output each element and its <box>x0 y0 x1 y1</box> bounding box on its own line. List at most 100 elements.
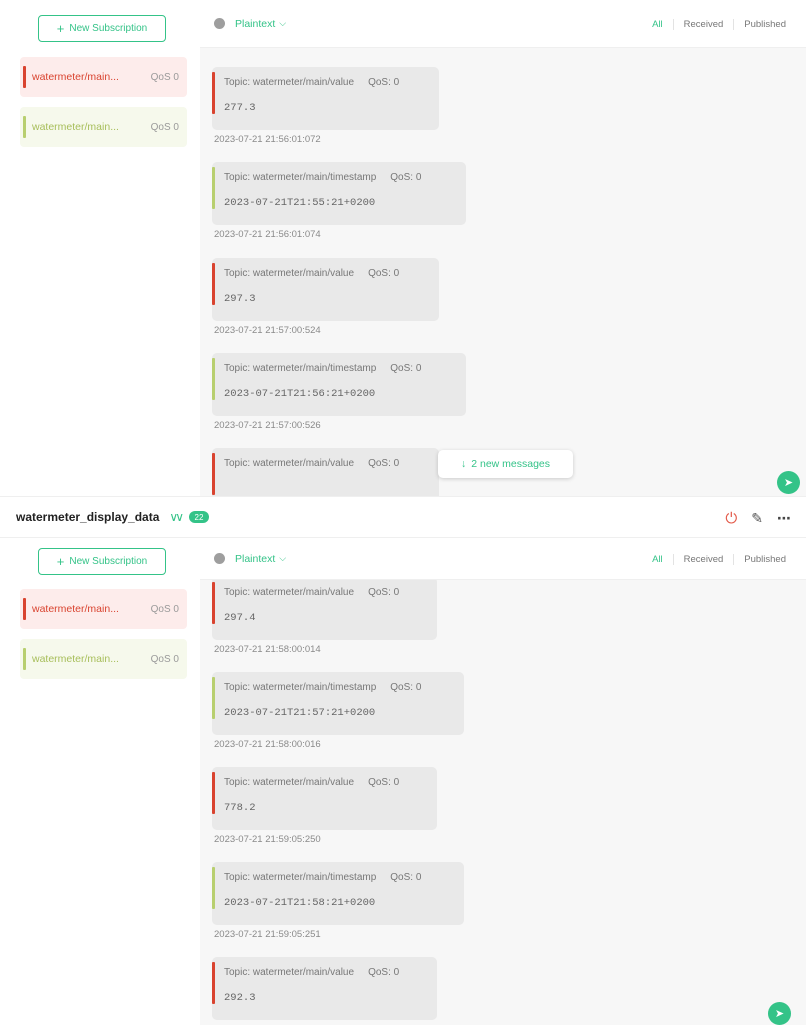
message-qos: QoS: 0 <box>390 682 422 693</box>
message-color-bar <box>212 677 215 719</box>
message-bubble: Topic: watermeter/main/timestamp QoS: 0 2… <box>212 162 466 225</box>
filter-tab-received[interactable]: Received <box>672 18 734 30</box>
message-panel-top: + New Subscription watermeter/main... Qo… <box>0 0 806 496</box>
more-options-icon[interactable]: ⋯ <box>777 510 792 527</box>
subscription-item[interactable]: watermeter/main... QoS 0 <box>20 639 187 679</box>
subscription-item[interactable]: watermeter/main... QoS 0 <box>20 589 187 629</box>
message-bubble: Topic: watermeter/main/value QoS: 0 <box>212 448 439 496</box>
message-color-bar <box>212 453 215 495</box>
message-qos: QoS: 0 <box>368 777 400 788</box>
message-color-bar <box>212 358 215 400</box>
message-payload: 297.3 <box>224 293 256 305</box>
new-subscription-label: New Subscription <box>69 556 148 567</box>
new-subscription-label: New Subscription <box>69 23 148 34</box>
subscription-topic: watermeter/main... <box>32 603 119 615</box>
new-subscription-button[interactable]: + New Subscription <box>38 15 166 42</box>
message-topic: Topic: watermeter/main/value <box>224 268 355 279</box>
subscription-topic: watermeter/main... <box>32 71 119 83</box>
send-message-button[interactable]: ➤ <box>768 1002 791 1025</box>
message-list[interactable]: Plaintext ⌵ All Received Published Topic… <box>200 538 806 1025</box>
message-topic: Topic: watermeter/main/value <box>224 458 355 469</box>
message-color-bar <box>212 772 215 814</box>
subscription-qos: QoS 0 <box>150 653 179 665</box>
filter-tab-all[interactable]: All <box>642 19 673 30</box>
message-color-bar <box>212 167 215 209</box>
message-payload: 2023-07-21T21:56:21+0200 <box>224 388 376 400</box>
message-item: Topic: watermeter/main/value QoS: 0 292.3 <box>212 957 437 1020</box>
message-payload: 778.2 <box>224 802 256 814</box>
message-qos: QoS: 0 <box>368 587 400 598</box>
new-messages-label: 2 new messages <box>471 458 551 470</box>
message-payload: 297.4 <box>224 612 256 624</box>
payload-format-select[interactable]: Plaintext <box>235 18 275 30</box>
subscription-item[interactable]: watermeter/main... QoS 0 <box>20 107 187 147</box>
message-count-badge: 22 <box>188 511 209 523</box>
message-timestamp: 2023-07-21 21:56:01:074 <box>214 229 321 240</box>
message-bubble: Topic: watermeter/main/value QoS: 0 297.4 <box>212 577 437 640</box>
message-qos: QoS: 0 <box>390 363 422 374</box>
status-dot-icon <box>214 18 225 29</box>
arrow-down-icon: ↓ <box>460 458 467 470</box>
subscription-topic: watermeter/main... <box>32 121 119 133</box>
payload-format-select[interactable]: Plaintext <box>235 553 275 565</box>
connection-actions: ⏻ ✎ ⋯ <box>725 497 792 539</box>
subscription-sidebar: + New Subscription watermeter/main... Qo… <box>0 0 200 496</box>
subscription-topic: watermeter/main... <box>32 653 119 665</box>
message-topic: Topic: watermeter/main/timestamp <box>224 363 377 374</box>
message-color-bar <box>212 72 215 114</box>
message-payload: 2023-07-21T21:58:21+0200 <box>224 897 376 909</box>
message-item: Topic: watermeter/main/value QoS: 0 297.3… <box>212 258 439 336</box>
subscription-qos: QoS 0 <box>150 603 179 615</box>
message-list[interactable]: Plaintext ⌵ All Received Published Topic… <box>200 0 806 496</box>
new-subscription-button[interactable]: + New Subscription <box>38 548 166 575</box>
message-topic: Topic: watermeter/main/timestamp <box>224 682 377 693</box>
message-color-bar <box>212 962 215 1004</box>
message-payload: 277.3 <box>224 102 256 114</box>
message-bubble: Topic: watermeter/main/value QoS: 0 297.3 <box>212 258 439 321</box>
collapse-double-chevron-icon[interactable]: ∨∨ <box>169 510 183 524</box>
chevron-down-icon[interactable]: ⌵ <box>279 18 286 29</box>
message-topic: Topic: watermeter/main/timestamp <box>224 172 377 183</box>
subscription-color-bar <box>23 648 26 670</box>
send-icon: ➤ <box>783 477 794 489</box>
message-qos: QoS: 0 <box>368 458 400 469</box>
send-message-button[interactable]: ➤ <box>777 471 800 494</box>
message-payload: 2023-07-21T21:55:21+0200 <box>224 197 376 209</box>
message-qos: QoS: 0 <box>368 967 400 978</box>
connection-name: watermeter_display_data <box>16 510 160 524</box>
message-item: Topic: watermeter/main/timestamp QoS: 0 2… <box>212 353 466 431</box>
message-qos: QoS: 0 <box>368 77 400 88</box>
filter-tab-published[interactable]: Published <box>733 18 796 30</box>
message-item: Topic: watermeter/main/value QoS: 0 778.2… <box>212 767 437 845</box>
plus-icon: + <box>56 21 65 36</box>
message-bubble: Topic: watermeter/main/timestamp QoS: 0 2… <box>212 672 464 735</box>
message-topic: Topic: watermeter/main/timestamp <box>224 872 377 883</box>
filter-tab-published[interactable]: Published <box>733 553 796 565</box>
filter-tab-received[interactable]: Received <box>672 553 734 565</box>
status-dot-icon <box>214 553 225 564</box>
connection-header: watermeter_display_data ∨∨ 22 ⏻ ✎ ⋯ <box>0 496 806 538</box>
disconnect-power-icon[interactable]: ⏻ <box>725 510 737 527</box>
message-topic: Topic: watermeter/main/value <box>224 967 355 978</box>
new-messages-button[interactable]: ↓ 2 new messages <box>438 450 573 478</box>
plus-icon: + <box>56 554 65 569</box>
subscription-color-bar <box>23 116 26 138</box>
send-icon: ➤ <box>774 1008 785 1020</box>
subscription-color-bar <box>23 66 26 88</box>
message-item: Topic: watermeter/main/value QoS: 0 277.3… <box>212 67 439 145</box>
message-topic: Topic: watermeter/main/value <box>224 587 355 598</box>
message-color-bar <box>212 582 215 624</box>
message-item: Topic: watermeter/main/timestamp QoS: 0 2… <box>212 162 466 240</box>
filter-tab-all[interactable]: All <box>642 554 673 565</box>
message-color-bar <box>212 867 215 909</box>
message-toolbar: Plaintext ⌵ All Received Published <box>200 538 806 580</box>
subscription-item[interactable]: watermeter/main... QoS 0 <box>20 57 187 97</box>
message-bubble: Topic: watermeter/main/value QoS: 0 292.3 <box>212 957 437 1020</box>
message-topic: Topic: watermeter/main/value <box>224 777 355 788</box>
edit-icon[interactable]: ✎ <box>751 510 763 527</box>
message-bubble: Topic: watermeter/main/timestamp QoS: 0 2… <box>212 353 466 416</box>
message-topic: Topic: watermeter/main/value <box>224 77 355 88</box>
chevron-down-icon[interactable]: ⌵ <box>279 553 286 564</box>
subscription-color-bar <box>23 598 26 620</box>
subscription-sidebar: + New Subscription watermeter/main... Qo… <box>0 538 200 1025</box>
